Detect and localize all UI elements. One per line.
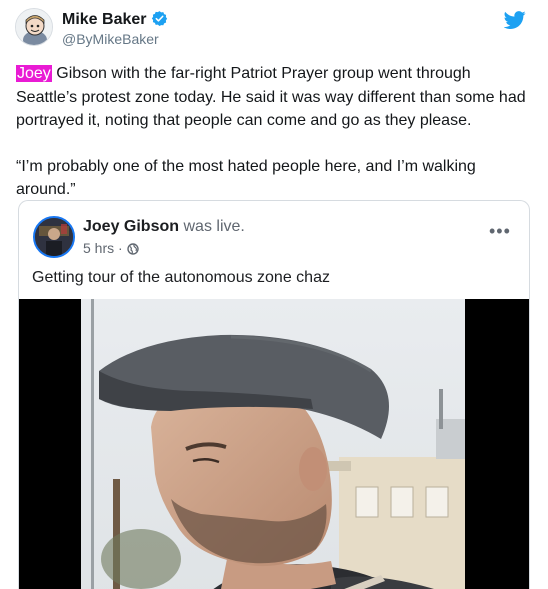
tweet-quote: “I’m probably one of the most hated peop… <box>16 157 476 199</box>
highlighted-word: Joey <box>16 65 52 82</box>
embed-time[interactable]: 5 hrs <box>83 240 114 256</box>
embed-author-name[interactable]: Joey Gibson <box>83 218 179 235</box>
more-options-icon[interactable]: ••• <box>489 222 511 240</box>
verified-badge-icon <box>151 10 168 32</box>
globe-icon <box>126 242 139 258</box>
video-frame <box>81 299 465 589</box>
embed-caption: Getting tour of the autonomous zone chaz <box>32 269 330 286</box>
tweet-paragraph: Joey Gibson with the far-right Patriot P… <box>16 62 526 133</box>
embed-status: was live. <box>183 218 245 235</box>
embedded-facebook-post[interactable]: Joey Gibson was live. 5 hrs · ••• Gettin… <box>18 200 530 589</box>
tweet-card: Mike Baker @ByMikeBaker Joey Gibson with… <box>0 0 548 589</box>
author-avatar[interactable] <box>15 8 53 46</box>
embed-timestamp-row: 5 hrs · <box>83 240 139 258</box>
embed-author-row: Joey Gibson was live. <box>83 218 245 236</box>
author-handle[interactable]: @ByMikeBaker <box>62 31 159 47</box>
author-name[interactable]: Mike Baker <box>62 11 147 28</box>
tweet-paragraph-text: Gibson with the far-right Patriot Prayer… <box>16 65 526 129</box>
embed-separator: · <box>118 240 123 256</box>
embed-author-avatar[interactable] <box>33 216 75 258</box>
video-player[interactable] <box>19 299 529 589</box>
twitter-bird-icon[interactable] <box>503 9 526 31</box>
author-name-row[interactable]: Mike Baker <box>62 10 168 32</box>
